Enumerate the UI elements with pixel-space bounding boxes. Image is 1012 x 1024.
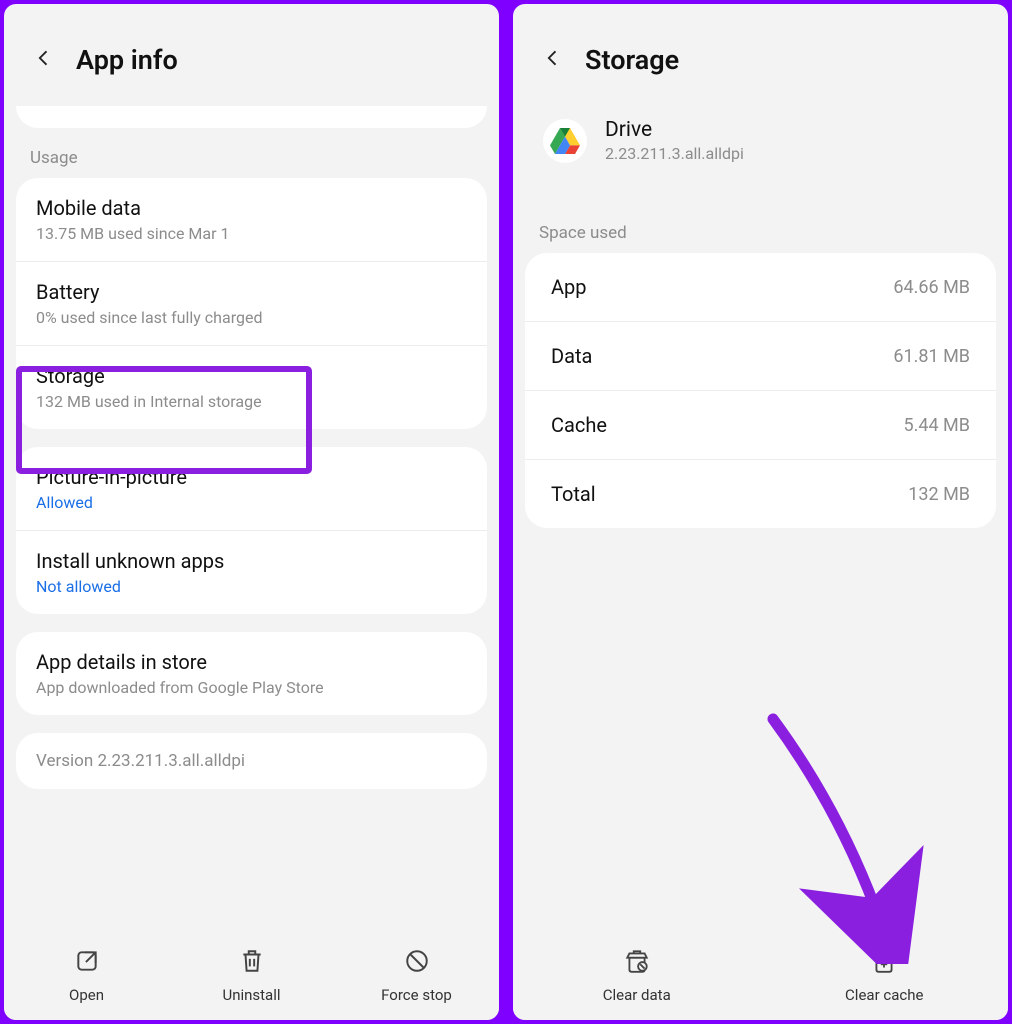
- row-sub: 132 MB used in Internal storage: [36, 392, 467, 411]
- row-label: App: [551, 275, 587, 299]
- row-title: App details in store: [36, 650, 467, 674]
- header: Storage: [513, 4, 1008, 106]
- button-label: Force stop: [381, 986, 452, 1004]
- space-used-card: App 64.66 MB Data 61.81 MB Cache 5.44 MB…: [525, 253, 996, 528]
- app-size-row: App 64.66 MB: [525, 253, 996, 322]
- app-header: Drive 2.23.211.3.all.alldpi: [513, 106, 1008, 193]
- row-label: Total: [551, 482, 596, 506]
- row-sub: 13.75 MB used since Mar 1: [36, 224, 467, 243]
- app-name: Drive: [605, 118, 744, 142]
- row-value: 5.44 MB: [904, 415, 971, 436]
- clear-data-button[interactable]: Clear data: [513, 948, 761, 1004]
- clear-cache-button[interactable]: Clear cache: [761, 948, 1009, 1004]
- row-label: Cache: [551, 413, 607, 437]
- button-label: Clear data: [603, 986, 671, 1004]
- bottom-bar: Open Uninstall Force stop: [4, 936, 499, 1020]
- version-card: Version 2.23.211.3.all.alldpi: [16, 733, 487, 789]
- row-sub: Allowed: [36, 493, 467, 512]
- pip-row[interactable]: Picture-in-picture Allowed: [16, 447, 487, 531]
- clear-data-icon: [624, 948, 650, 978]
- row-sub: 0% used since last fully charged: [36, 308, 467, 327]
- cache-size-row: Cache 5.44 MB: [525, 391, 996, 460]
- usage-card: Mobile data 13.75 MB used since Mar 1 Ba…: [16, 178, 487, 429]
- bottom-bar: Clear data Clear cache: [513, 936, 1008, 1020]
- section-label-space-used: Space used: [525, 193, 996, 253]
- content-scroll[interactable]: Usage Mobile data 13.75 MB used since Ma…: [4, 106, 499, 936]
- force-stop-button[interactable]: Force stop: [334, 948, 499, 1004]
- storage-screen: Storage Drive 2.23.211.3.all.alldpi Spac…: [513, 4, 1008, 1020]
- total-size-row: Total 132 MB: [525, 460, 996, 528]
- app-version: 2.23.211.3.all.alldpi: [605, 144, 744, 163]
- row-sub: Not allowed: [36, 577, 467, 596]
- row-value: 64.66 MB: [893, 277, 970, 298]
- version-text: Version 2.23.211.3.all.alldpi: [16, 733, 487, 789]
- uninstall-button[interactable]: Uninstall: [169, 948, 334, 1004]
- app-title-block: Drive 2.23.211.3.all.alldpi: [605, 118, 744, 163]
- open-icon: [74, 948, 100, 978]
- app-details-row[interactable]: App details in store App downloaded from…: [16, 632, 487, 715]
- page-title: Storage: [585, 44, 679, 76]
- row-label: Data: [551, 344, 592, 368]
- button-label: Clear cache: [845, 986, 923, 1004]
- button-label: Open: [69, 986, 104, 1004]
- battery-row[interactable]: Battery 0% used since last fully charged: [16, 262, 487, 346]
- content-scroll[interactable]: Space used App 64.66 MB Data 61.81 MB Ca…: [513, 193, 1008, 936]
- section-label-usage: Usage: [16, 140, 487, 178]
- row-title: Mobile data: [36, 196, 467, 220]
- page-title: App info: [76, 44, 178, 76]
- data-size-row: Data 61.81 MB: [525, 322, 996, 391]
- card-stub: [16, 106, 487, 128]
- row-sub: App downloaded from Google Play Store: [36, 678, 467, 697]
- row-value: 61.81 MB: [893, 346, 970, 367]
- store-card: App details in store App downloaded from…: [16, 632, 487, 715]
- mobile-data-row[interactable]: Mobile data 13.75 MB used since Mar 1: [16, 178, 487, 262]
- back-icon[interactable]: [34, 48, 54, 72]
- drive-icon: [543, 119, 587, 163]
- storage-row[interactable]: Storage 132 MB used in Internal storage: [16, 346, 487, 429]
- row-title: Storage: [36, 364, 467, 388]
- header: App info: [4, 4, 499, 106]
- open-button[interactable]: Open: [4, 948, 169, 1004]
- trash-icon: [239, 948, 265, 978]
- unknown-apps-row[interactable]: Install unknown apps Not allowed: [16, 531, 487, 614]
- row-value: 132 MB: [908, 484, 970, 505]
- clear-cache-icon: [871, 948, 897, 978]
- stop-icon: [404, 948, 430, 978]
- button-label: Uninstall: [222, 986, 280, 1004]
- row-title: Install unknown apps: [36, 549, 467, 573]
- app-info-screen: App info Usage Mobile data 13.75 MB used…: [4, 4, 499, 1020]
- permissions-card: Picture-in-picture Allowed Install unkno…: [16, 447, 487, 614]
- back-icon[interactable]: [543, 48, 563, 72]
- row-title: Picture-in-picture: [36, 465, 467, 489]
- row-title: Battery: [36, 280, 467, 304]
